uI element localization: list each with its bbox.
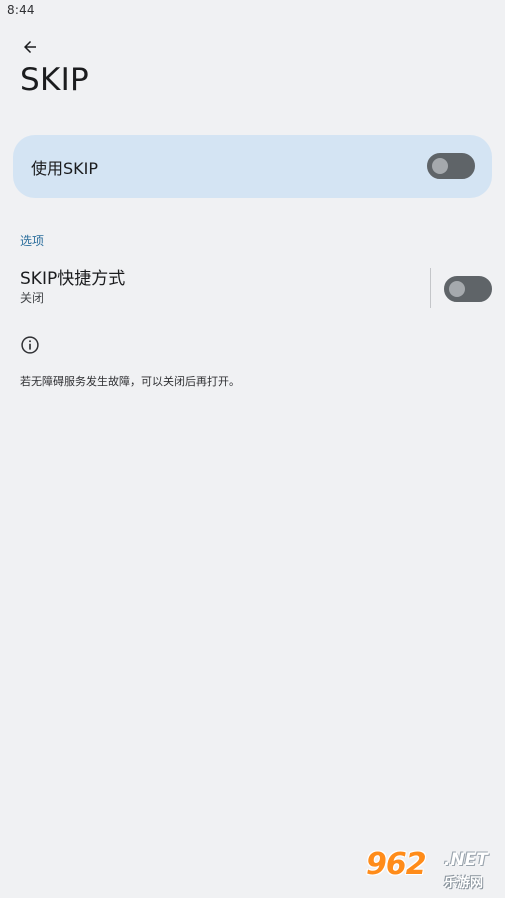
shortcut-preference-row: SKIP快捷方式 关闭	[0, 262, 505, 314]
back-button[interactable]	[16, 33, 44, 61]
shortcut-title: SKIP快捷方式	[20, 269, 126, 289]
toggle-knob	[432, 158, 448, 174]
shortcut-preference-text[interactable]: SKIP快捷方式 关闭	[20, 268, 125, 306]
status-bar-time: 8:44	[7, 3, 35, 17]
page-title: SKIP	[20, 62, 90, 98]
row-divider	[430, 268, 431, 308]
arrow-left-icon	[24, 41, 36, 53]
info-icon	[21, 336, 39, 354]
main-switch-label: 使用SKIP	[31, 159, 99, 178]
footer-note: 若无障碍服务发生故障，可以关闭后再打开。	[20, 375, 240, 388]
section-header-options: 选项	[20, 234, 45, 248]
shortcut-toggle[interactable]	[444, 276, 492, 302]
watermark-number: 962	[366, 847, 427, 882]
watermark-subtitle: 乐游网	[444, 876, 484, 891]
watermark-logo: 962 .NET 乐游网	[366, 848, 500, 892]
toggle-knob	[449, 281, 465, 297]
shortcut-summary: 关闭	[20, 291, 45, 305]
watermark-net: .NET	[444, 850, 488, 870]
main-switch-card[interactable]: 使用SKIP	[13, 135, 492, 198]
use-skip-toggle[interactable]	[427, 153, 475, 179]
